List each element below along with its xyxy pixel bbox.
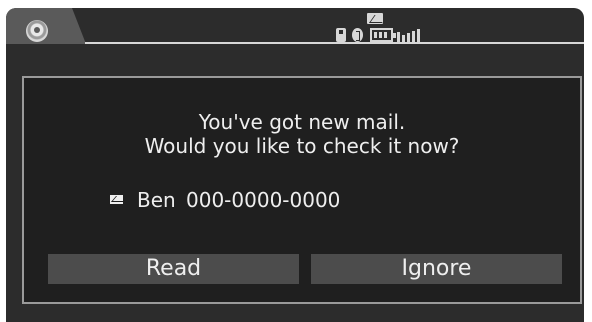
signal-icon bbox=[397, 28, 421, 42]
signal-bar-2 bbox=[402, 35, 405, 42]
signal-bar-3 bbox=[407, 33, 410, 42]
signal-bar-4 bbox=[412, 31, 415, 42]
dialog-message: You've got new mail. Would you like to c… bbox=[24, 110, 580, 158]
message-line-2: Would you like to check it now? bbox=[144, 134, 460, 158]
status-icons bbox=[328, 12, 438, 44]
bluetooth-icon bbox=[352, 28, 363, 42]
phone-screen: You've got new mail. Would you like to c… bbox=[6, 8, 584, 322]
home-tab[interactable] bbox=[6, 8, 86, 44]
ignore-button[interactable]: Ignore bbox=[311, 254, 562, 284]
message-line-1: You've got new mail. bbox=[198, 110, 406, 134]
new-mail-dialog: You've got new mail. Would you like to c… bbox=[22, 76, 582, 304]
status-bar bbox=[6, 8, 584, 48]
envelope-icon bbox=[110, 195, 123, 204]
usb-icon bbox=[336, 28, 346, 42]
home-icon[interactable] bbox=[26, 20, 48, 42]
sender-number: 000-0000-0000 bbox=[186, 188, 341, 212]
mail-status-icon bbox=[367, 13, 383, 24]
sender-name: Ben bbox=[137, 188, 176, 212]
signal-bar-1 bbox=[397, 32, 400, 42]
read-button[interactable]: Read bbox=[48, 254, 299, 284]
battery-icon bbox=[370, 28, 396, 42]
signal-bar-5 bbox=[417, 29, 420, 42]
